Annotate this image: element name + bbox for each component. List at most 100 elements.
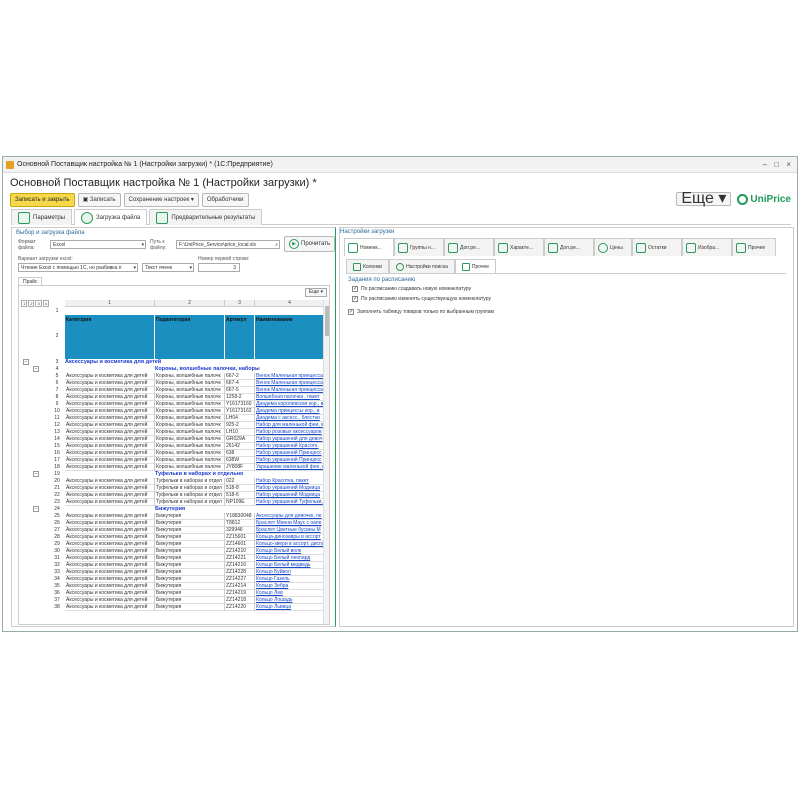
product-link[interactable]: Набор украшений Модница xyxy=(255,492,325,499)
table-row[interactable]: 34 Аксессуары и косметика для детей Бижуте… xyxy=(19,576,329,583)
tab-nomenclature[interactable]: Номенк... xyxy=(344,238,394,256)
group-row[interactable]: 4 − Короны, волшебные палочки, наборы xyxy=(19,366,329,373)
table-row[interactable]: 9 Аксессуары и косметика для детей Короны,… xyxy=(19,401,329,408)
product-link[interactable]: Набор украшений для девоч xyxy=(255,436,325,443)
collapse-icon[interactable]: − xyxy=(33,506,39,512)
more-button[interactable]: Еще ▾ xyxy=(676,191,732,207)
checkbox-checked-icon[interactable]: ✓ xyxy=(348,309,354,315)
product-link[interactable]: Набор украшений Модница xyxy=(255,485,325,492)
column-header[interactable]: 1 xyxy=(65,300,155,307)
collapse-icon[interactable]: − xyxy=(33,366,39,372)
column-header[interactable]: 3 xyxy=(225,300,255,307)
table-row[interactable]: 28 Аксессуары и косметика для детей Бижуте… xyxy=(19,534,329,541)
table-row[interactable]: 20 Аксессуары и косметика для детей Туфель… xyxy=(19,478,329,485)
product-link[interactable]: Кольцо Буйвол xyxy=(255,569,325,576)
product-link[interactable]: Браслет Минни Маус с напе xyxy=(255,520,325,527)
table-row[interactable]: 5 Аксессуары и косметика для детей Короны,… xyxy=(19,373,329,380)
table-row[interactable]: 31 Аксессуары и косметика для детей Бижуте… xyxy=(19,555,329,562)
sheet-more-button[interactable]: Еще ▾ xyxy=(304,288,327,297)
product-link[interactable]: Диадема королевская кор., в xyxy=(255,401,325,408)
table-row[interactable]: 23 Аксессуары и косметика для детей Туфель… xyxy=(19,499,329,506)
table-row[interactable]: 14 Аксессуары и косметика для детей Короны… xyxy=(19,436,329,443)
table-row[interactable]: 6 Аксессуары и косметика для детей Короны,… xyxy=(19,380,329,387)
product-link[interactable]: Набор украшений Туфельки, xyxy=(255,499,325,506)
tab-other[interactable]: Прочее xyxy=(732,238,776,256)
level-button[interactable]: 1 xyxy=(21,300,28,307)
table-row[interactable]: 30 Аксессуары и косметика для детей Бижуте… xyxy=(19,548,329,555)
product-link[interactable]: Набор розовых аксессуаров xyxy=(255,429,325,436)
collapse-icon[interactable]: − xyxy=(33,471,39,477)
table-row[interactable]: 1 xyxy=(19,308,329,315)
tab-prices[interactable]: Цены xyxy=(594,238,632,256)
format-select[interactable]: Excel ▾ xyxy=(50,240,146,249)
tab-search-settings[interactable]: Настройки поиска xyxy=(389,259,455,273)
table-row[interactable]: 32 Аксессуары и косметика для детей Бижуте… xyxy=(19,562,329,569)
table-row[interactable]: 22 Аксессуары и косметика для детей Туфель… xyxy=(19,492,329,499)
table-row[interactable]: 36 Аксессуары и косметика для детей Бижуте… xyxy=(19,590,329,597)
variant-select[interactable]: Чтение Excel с помощью 1С, но разбивка п… xyxy=(18,263,138,272)
checkbox-create-new[interactable]: ✓ По расписанию создавать новую номенклат… xyxy=(352,286,471,292)
table-row[interactable]: 26 Аксессуары и косметика для детей Бижуте… xyxy=(19,520,329,527)
group-row[interactable]: 19 − Туфельки в наборах и отдельно xyxy=(19,471,329,478)
minimize-icon[interactable]: – xyxy=(763,157,767,173)
maximize-icon[interactable]: □ xyxy=(774,157,779,173)
scrollbar-thumb[interactable] xyxy=(325,306,329,336)
table-row[interactable]: 18 Аксессуары и косметика для детей Короны… xyxy=(19,464,329,471)
table-row[interactable]: 15 Аксессуары и косметика для детей Короны… xyxy=(19,443,329,450)
product-link[interactable]: Кольца-динозавры в ассорт xyxy=(255,534,325,541)
level-button[interactable]: 2 xyxy=(28,300,35,307)
product-link[interactable]: Кольцо Белый леопард xyxy=(255,555,325,562)
column-header[interactable]: 2 xyxy=(155,300,225,307)
checkbox-selected-groups[interactable]: ✓ Заполнять таблицу товаров только по выб… xyxy=(348,309,494,315)
table-row[interactable]: 25 Аксессуары и косметика для детей Бижуте… xyxy=(19,513,329,520)
tab-parameters[interactable]: Параметры xyxy=(11,209,72,225)
tab-extra-details[interactable]: Доп.ре... xyxy=(444,238,494,256)
product-link[interactable]: Кольцо Газель xyxy=(255,576,325,583)
table-row[interactable]: 7 Аксессуары и косметика для детей Короны,… xyxy=(19,387,329,394)
table-row[interactable]: 33 Аксессуары и косметика для детей Бижуте… xyxy=(19,569,329,576)
product-link[interactable]: Набор украшений Красотк. xyxy=(255,443,325,450)
table-row[interactable]: 8 Аксессуары и косметика для детей Короны,… xyxy=(19,394,329,401)
product-link[interactable]: Браслет Цветные бусины М xyxy=(255,527,325,534)
table-row[interactable]: 12 Аксессуары и косметика для детей Короны… xyxy=(19,422,329,429)
product-link[interactable]: Венок Маленькая принцесса xyxy=(255,380,325,387)
tab-characteristics[interactable]: Характе... xyxy=(494,238,544,256)
product-link[interactable]: Кольцо Зебра xyxy=(255,583,325,590)
close-icon[interactable]: × xyxy=(786,157,791,173)
table-row[interactable]: 27 Аксессуары и косметика для детей Бижуте… xyxy=(19,527,329,534)
table-row[interactable]: 29 Аксессуары и косметика для детей Бижуте… xyxy=(19,541,329,548)
table-row[interactable]: 11 Аксессуары и косметика для детей Короны… xyxy=(19,415,329,422)
tab-file-load[interactable]: Загрузка файла xyxy=(73,209,148,225)
product-link[interactable]: Набор украшений Принцесс xyxy=(255,450,325,457)
table-row[interactable]: 38 Аксессуары и косметика для детей Бижуте… xyxy=(19,604,329,611)
column-header[interactable]: 4 xyxy=(255,300,325,307)
collapse-icon[interactable]: − xyxy=(23,359,29,365)
level-button[interactable]: 4 xyxy=(42,300,49,307)
tab-preliminary-results[interactable]: Предварительные результаты xyxy=(149,209,263,225)
product-link[interactable]: Кольцо Львица xyxy=(255,604,325,611)
product-link[interactable]: Диадема принцессы кор., в xyxy=(255,408,325,415)
first-row-input[interactable]: 3 xyxy=(198,263,240,272)
group-row[interactable]: 24 − Бижутерия xyxy=(19,506,329,513)
table-row[interactable]: 13 Аксессуары и косметика для детей Короны… xyxy=(19,429,329,436)
tab-columns[interactable]: Колонки xyxy=(346,259,390,273)
product-link[interactable]: Диадема с аксесс., блестки xyxy=(255,415,325,422)
vertical-scrollbar[interactable] xyxy=(323,300,329,624)
save-and-close-button[interactable]: Записать и закрыть xyxy=(10,193,75,207)
table-row[interactable]: 10 Аксессуары и косметика для детей Короны… xyxy=(19,408,329,415)
table-row[interactable]: 21 Аксессуары и косметика для детей Туфель… xyxy=(19,485,329,492)
save-settings-button[interactable]: Сохранение настроек ▾ xyxy=(123,193,199,207)
checkbox-checked-icon[interactable]: ✓ xyxy=(352,296,358,302)
checkbox-checked-icon[interactable]: ✓ xyxy=(352,286,358,292)
checkbox-update-existing[interactable]: ✓ По расписанию изменять существующую ном… xyxy=(352,296,491,302)
level-button[interactable]: 3 xyxy=(35,300,42,307)
table-row[interactable]: 17 Аксессуары и косметика для детей Короны… xyxy=(19,457,329,464)
tab-other-sub[interactable]: Прочее xyxy=(454,259,497,273)
table-row[interactable]: 35 Аксессуары и косметика для детей Бижуте… xyxy=(19,583,329,590)
tab-groups[interactable]: Группы н... xyxy=(394,238,444,256)
read-button[interactable]: ▶ Прочитать xyxy=(284,236,336,252)
handlers-button[interactable]: Обработчики xyxy=(201,193,249,207)
product-link[interactable]: Кольцо-звери в ассорт, диспл xyxy=(255,541,325,548)
product-link[interactable]: Набор Красотка, пакет xyxy=(255,478,325,485)
table-row[interactable]: 37 Аксессуары и косметика для детей Бижуте… xyxy=(19,597,329,604)
